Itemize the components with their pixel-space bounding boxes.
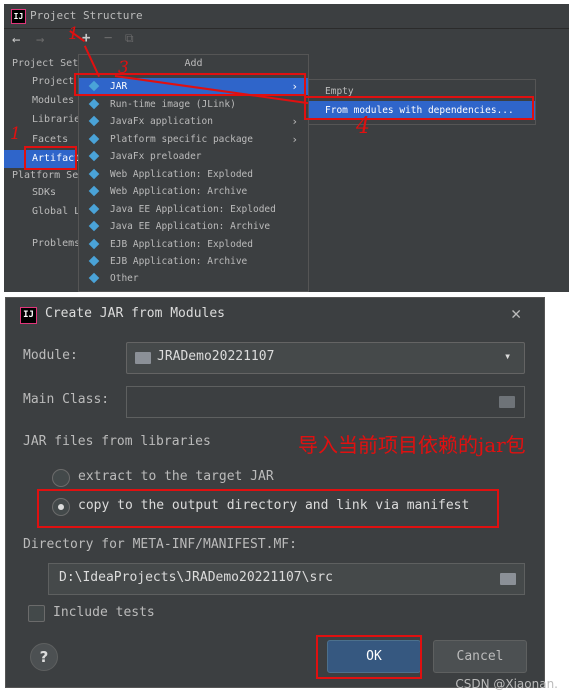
sidebar-item-libraries[interactable]: Librarie [32, 114, 80, 125]
menu-item-ejb-archive[interactable]: EJB Application: Archive [79, 253, 308, 270]
sidebar-item-modules[interactable]: Modules [32, 95, 74, 106]
sidebar-item-problems[interactable]: Problems [32, 238, 80, 249]
sidebar-item-project[interactable]: Project [32, 76, 74, 87]
main-class-label: Main Class: [23, 392, 110, 407]
main-class-field[interactable] [126, 386, 525, 418]
menu-item-javaee-exploded[interactable]: Java EE Application: Exploded [79, 201, 308, 218]
menu-item-platform-package[interactable]: Platform specific package › [79, 131, 308, 148]
close-icon[interactable]: ✕ [511, 304, 521, 324]
artifact-icon [88, 272, 100, 284]
sidebar-item-sdks[interactable]: SDKs [32, 187, 56, 198]
module-label: Module: [23, 348, 78, 363]
artifact-icon [88, 220, 100, 232]
module-select[interactable]: JRADemo20221107 ▾ [126, 342, 525, 374]
annotation-box-copy-option [37, 489, 499, 528]
cancel-button[interactable]: Cancel [433, 640, 527, 673]
annotation-note: 导入当前项目依赖的jar包 [298, 433, 526, 457]
artifact-icon [88, 203, 100, 215]
annotation-box-jar [74, 73, 306, 96]
browse-folder-icon[interactable] [500, 573, 516, 585]
artifact-icon [88, 98, 100, 110]
directory-value: D:\IdeaProjects\JRADemo20221107\src [59, 570, 333, 585]
directory-field[interactable]: D:\IdeaProjects\JRADemo20221107\src [48, 563, 525, 595]
artifact-icon [88, 238, 100, 250]
project-settings-label: Project Set [12, 58, 79, 69]
annotation-number-3: 3 [118, 58, 129, 78]
extract-label[interactable]: extract to the target JAR [78, 469, 274, 484]
module-folder-icon [135, 352, 151, 364]
add-menu-header: Add [184, 58, 203, 69]
menu-item-web-archive[interactable]: Web Application: Archive [79, 183, 308, 200]
add-button[interactable]: + [82, 30, 90, 46]
extract-radio[interactable] [52, 469, 70, 487]
module-value: JRADemo20221107 [157, 349, 275, 364]
chevron-down-icon: ▾ [504, 349, 512, 363]
project-structure-window: IJ Project Structure ← → + − ⧉ Project S… [4, 4, 569, 292]
dialog-title: Create JAR from Modules [45, 306, 226, 321]
help-button[interactable]: ? [30, 643, 58, 671]
artifact-icon [88, 255, 100, 267]
artifact-icon [88, 150, 100, 162]
toolbar: ← → + − ⧉ [4, 29, 569, 51]
menu-item-javaee-archive[interactable]: Java EE Application: Archive [79, 218, 308, 235]
intellij-logo: IJ [11, 9, 26, 24]
menu-item-ejb-exploded[interactable]: EJB Application: Exploded [79, 236, 308, 253]
back-arrow-icon[interactable]: ← [12, 32, 20, 48]
platform-settings-label: Platform Se [12, 170, 79, 181]
title-bar: IJ Project Structure [4, 4, 569, 29]
remove-button[interactable]: − [104, 30, 112, 46]
window-title: Project Structure [30, 9, 143, 22]
artifact-icon [88, 168, 100, 180]
annotation-box-from-modules [304, 96, 534, 120]
copy-icon[interactable]: ⧉ [125, 31, 134, 46]
artifact-icon [88, 133, 100, 145]
annotation-number-1: 1 [10, 124, 21, 144]
include-tests-checkbox[interactable] [28, 605, 45, 622]
artifact-icon [88, 185, 100, 197]
sidebar-item-facets[interactable]: Facets [32, 134, 68, 145]
menu-item-other[interactable]: Other [79, 270, 308, 287]
annotation-box-ok [316, 635, 422, 679]
artifact-icon [88, 115, 100, 127]
menu-item-web-exploded[interactable]: Web Application: Exploded [79, 166, 308, 183]
directory-label: Directory for META-INF/MANIFEST.MF: [23, 537, 297, 552]
menu-item-javafx-preloader[interactable]: JavaFx preloader [79, 148, 308, 165]
jar-files-label: JAR files from libraries [23, 434, 211, 449]
browse-folder-icon[interactable] [499, 396, 515, 408]
annotation-box-artifacts [24, 146, 77, 170]
submenu-arrow-icon: › [291, 133, 298, 146]
annotation-number-4: 4 [356, 114, 370, 139]
include-tests-label[interactable]: Include tests [53, 605, 155, 620]
forward-arrow-icon[interactable]: → [36, 32, 44, 48]
menu-item-javafx-application[interactable]: JavaFx application › [79, 113, 308, 130]
sidebar-item-global-libraries[interactable]: Global L [32, 206, 80, 217]
submenu-arrow-icon: › [291, 115, 298, 128]
watermark: CSDN @Xiaonan. [455, 677, 558, 691]
annotation-number-1b: 1 [68, 24, 79, 44]
intellij-logo: IJ [20, 307, 37, 324]
